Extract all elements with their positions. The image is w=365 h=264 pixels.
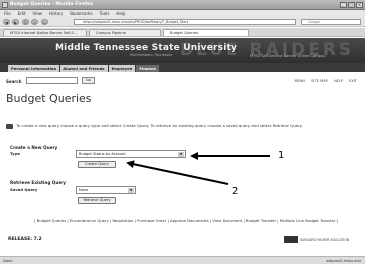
status-bar: Done ssbprod1.mtsu.edu — [0, 256, 365, 264]
status-text: Done — [3, 259, 13, 263]
callout-arrow-2 — [126, 160, 229, 185]
sungard-logo-icon — [284, 236, 298, 243]
vendor-logo: SUNGARD HIGHER EDUCATION — [284, 236, 354, 244]
callout-label-1: 1 — [278, 150, 285, 161]
callout-arrows — [126, 152, 270, 185]
callout-label-2: 2 — [232, 186, 239, 197]
status-host: ssbprod1.mtsu.edu — [326, 259, 361, 263]
footer-links[interactable]: [ Budget Queries | Encumbrance Query | R… — [16, 218, 356, 224]
vendor-name: SUNGARD HIGHER EDUCATION — [300, 238, 350, 242]
release-label: RELEASE: 7.2 — [8, 237, 42, 242]
